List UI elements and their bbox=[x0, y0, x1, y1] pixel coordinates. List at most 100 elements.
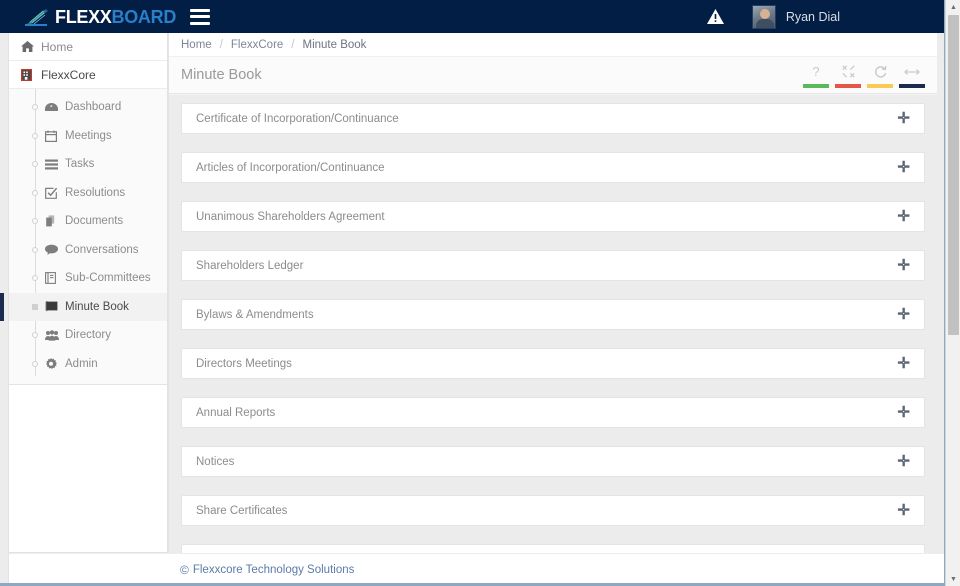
chat-bubble-icon bbox=[45, 244, 65, 256]
plus-icon[interactable]: ✛ bbox=[897, 307, 910, 322]
breadcrumb-item-flexxcore[interactable]: FlexxCore bbox=[231, 39, 283, 51]
sidebar-item-label: Minute Book bbox=[65, 300, 129, 313]
panel-header: Minute Book ? bbox=[169, 57, 937, 94]
plus-icon[interactable]: ✛ bbox=[897, 209, 910, 224]
sidebar: Home FlexxCore Dashboard Meetings Tasks … bbox=[0, 33, 168, 553]
help-tool-button[interactable]: ? bbox=[801, 63, 831, 88]
accordion-label: Shareholders Ledger bbox=[196, 259, 304, 272]
logo-text-board: BOARD bbox=[111, 6, 177, 27]
plus-icon[interactable]: ✛ bbox=[897, 356, 910, 371]
sidebar-item-resolutions[interactable]: Resolutions bbox=[9, 179, 167, 208]
accordion-label: Notices bbox=[196, 455, 235, 468]
sidebar-item-label: Home bbox=[41, 39, 74, 54]
sidebar-item-home[interactable]: Home bbox=[9, 33, 167, 61]
sidebar-item-minute-book[interactable]: Minute Book bbox=[0, 292, 167, 321]
plus-icon[interactable]: ✛ bbox=[897, 258, 910, 273]
accordion-label: Annual Reports bbox=[196, 406, 276, 419]
refresh-icon bbox=[874, 63, 887, 80]
tree-node bbox=[32, 132, 38, 139]
tool-underline-bar bbox=[803, 84, 829, 88]
home-icon bbox=[21, 40, 41, 53]
accordion-item[interactable]: Shareholders Ledger ✛ bbox=[181, 250, 925, 281]
sidebar-item-admin[interactable]: Admin bbox=[9, 350, 167, 379]
accordion-item[interactable]: Annual Reports ✛ bbox=[181, 397, 925, 428]
plus-icon[interactable]: ✛ bbox=[897, 160, 910, 175]
refresh-tool-button[interactable] bbox=[865, 63, 895, 88]
accordion-item[interactable]: Articles of Incorporation/Continuance ✛ bbox=[181, 152, 925, 183]
panel-toolbar: ? bbox=[799, 63, 927, 88]
sidebar-item-sub-committees[interactable]: Sub-Committees bbox=[9, 264, 167, 293]
tree-node bbox=[32, 303, 38, 310]
sidebar-item-label: Dashboard bbox=[65, 101, 122, 114]
footer-company-link[interactable]: Flexxcore Technology Solutions bbox=[193, 564, 355, 576]
sidebar-item-label: Directory bbox=[65, 329, 112, 342]
sidebar-item-tasks[interactable]: Tasks bbox=[9, 150, 167, 179]
top-header-bar: FLEXXBOARD Ryan Dial bbox=[0, 0, 945, 33]
page-scrollbar[interactable]: ▲ ▼ bbox=[945, 0, 960, 586]
flexxboard-logo-icon bbox=[24, 7, 50, 27]
hamburger-icon[interactable] bbox=[190, 8, 211, 25]
page-body: Home FlexxCore Dashboard Meetings Tasks … bbox=[0, 33, 945, 586]
accordion-item[interactable]: Directors Meetings ✛ bbox=[181, 348, 925, 379]
tool-underline-bar bbox=[867, 84, 893, 88]
tool-underline-bar bbox=[899, 84, 925, 88]
warning-triangle-icon[interactable] bbox=[706, 9, 724, 24]
tree-node bbox=[32, 332, 38, 339]
checkbox-icon bbox=[45, 187, 65, 199]
tree-node bbox=[32, 275, 38, 282]
avatar[interactable] bbox=[751, 4, 776, 29]
collapse-tool-button[interactable] bbox=[833, 63, 863, 88]
accordion-item[interactable]: Share Certificates ✛ bbox=[181, 495, 925, 526]
accordion-item[interactable]: Certificate of Incorporation/Continuance… bbox=[181, 103, 925, 134]
collapse-arrows-icon bbox=[841, 63, 855, 80]
dashboard-icon bbox=[45, 102, 65, 113]
sidebar-item-conversations[interactable]: Conversations bbox=[9, 236, 167, 265]
sidebar-item-dashboard[interactable]: Dashboard bbox=[9, 93, 167, 122]
documents-icon bbox=[45, 215, 65, 227]
minute-book-accordion-list: Certificate of Incorporation/Continuance… bbox=[169, 95, 937, 553]
sidebar-item-directory[interactable]: Directory bbox=[9, 321, 167, 350]
accordion-item[interactable]: Unanimous Shareholders Agreement ✛ bbox=[181, 201, 925, 232]
sidebar-footer-spacer bbox=[8, 553, 168, 586]
plus-icon[interactable]: ✛ bbox=[897, 503, 910, 518]
tree-node bbox=[32, 360, 38, 367]
sidebar-item-label: Sub-Committees bbox=[65, 272, 151, 285]
plus-icon[interactable]: ✛ bbox=[897, 405, 910, 420]
scrollbar-thumb[interactable] bbox=[948, 15, 959, 335]
accordion-item[interactable]: Notices ✛ bbox=[181, 446, 925, 477]
page-title: Minute Book bbox=[181, 67, 262, 83]
accordion-label: Articles of Incorporation/Continuance bbox=[196, 161, 385, 174]
tool-underline-bar bbox=[835, 84, 861, 88]
sidebar-item-meetings[interactable]: Meetings bbox=[9, 122, 167, 151]
accordion-item[interactable]: Bylaws & Amendments ✛ bbox=[181, 299, 925, 330]
scroll-down-arrow-icon[interactable]: ▼ bbox=[946, 572, 960, 586]
building-icon bbox=[21, 68, 41, 81]
breadcrumb-item-minute-book: Minute Book bbox=[302, 38, 367, 51]
expand-width-tool-button[interactable] bbox=[897, 63, 927, 88]
sidebar-item-label: FlexxCore bbox=[41, 67, 96, 82]
plus-icon[interactable]: ✛ bbox=[897, 111, 910, 126]
plus-icon[interactable]: ✛ bbox=[897, 454, 910, 469]
app-logo[interactable]: FLEXXBOARD bbox=[24, 7, 176, 27]
sidebar-item-label: Conversations bbox=[65, 243, 139, 256]
breadcrumb-separator: / bbox=[291, 38, 295, 51]
sidebar-item-label: Documents bbox=[65, 215, 124, 228]
logo-text-flexx: FLEXX bbox=[55, 6, 112, 27]
accordion-label: Unanimous Shareholders Agreement bbox=[196, 210, 385, 223]
sidebar-item-flexxcore[interactable]: FlexxCore bbox=[9, 61, 167, 89]
people-icon bbox=[45, 329, 65, 341]
book-icon bbox=[45, 272, 65, 285]
horizontal-arrows-icon bbox=[904, 63, 920, 80]
sidebar-item-documents[interactable]: Documents bbox=[9, 207, 167, 236]
accordion-label: Share Certificates bbox=[196, 504, 288, 517]
scroll-up-arrow-icon[interactable]: ▲ bbox=[946, 0, 960, 14]
user-name-label[interactable]: Ryan Dial bbox=[786, 10, 840, 24]
accordion-item[interactable] bbox=[181, 544, 925, 553]
breadcrumb-item-home[interactable]: Home bbox=[181, 39, 212, 51]
tree-node bbox=[32, 161, 38, 168]
copyright-icon: © bbox=[180, 563, 189, 577]
breadcrumb: Home / FlexxCore / Minute Book bbox=[169, 33, 937, 57]
sidebar-item-label: Admin bbox=[65, 357, 98, 370]
question-mark-icon: ? bbox=[812, 64, 820, 79]
header-right-group: Ryan Dial bbox=[706, 4, 945, 29]
